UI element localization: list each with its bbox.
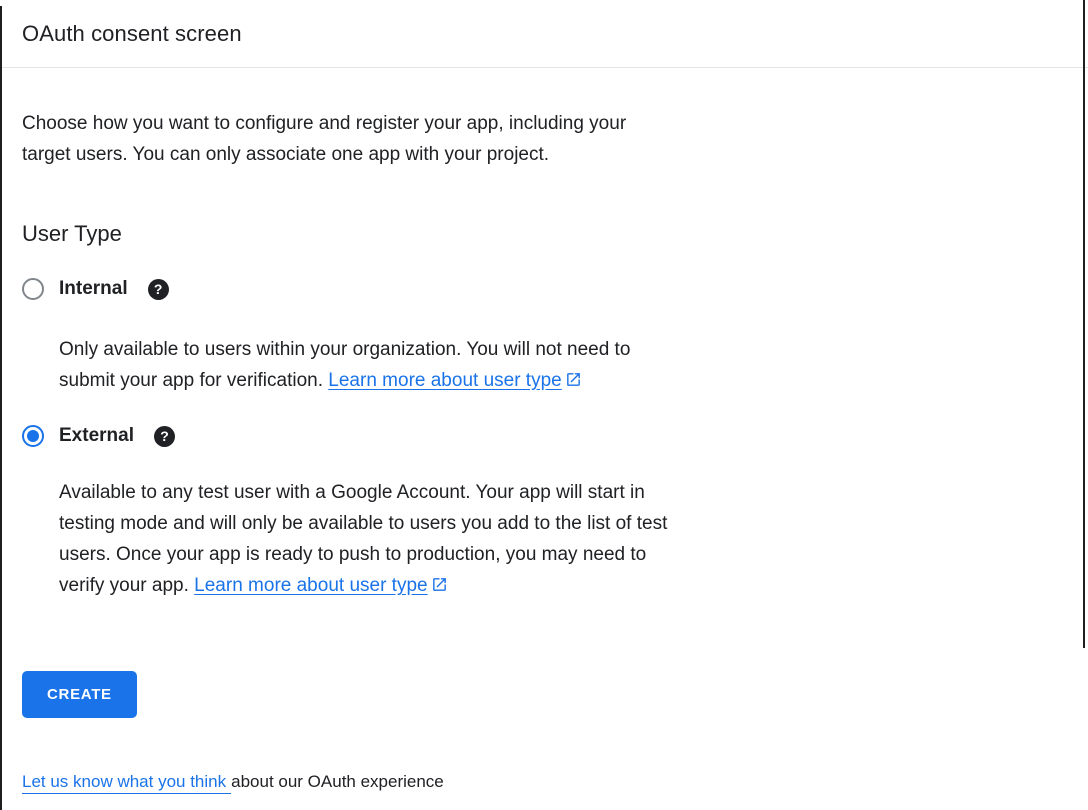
help-icon-glyph: ? [154, 281, 163, 297]
help-icon[interactable]: ? [154, 426, 175, 447]
external-description-line-4: verify your app. Learn more about user t… [59, 570, 1066, 601]
footer: Let us know what you thinkabout our OAut… [22, 772, 1088, 792]
user-type-heading: User Type [22, 221, 1066, 247]
learn-more-link-external[interactable]: Learn more about user type [194, 575, 427, 596]
radio-internal[interactable] [22, 278, 44, 300]
page-title: OAuth consent screen [22, 21, 242, 47]
learn-more-link-internal[interactable]: Learn more about user type [328, 370, 561, 391]
radio-external-label[interactable]: External [59, 425, 134, 447]
external-link-icon [565, 371, 582, 388]
radio-internal-label[interactable]: Internal [59, 278, 128, 300]
intro-line-1: Choose how you want to configure and reg… [22, 108, 1066, 139]
internal-description-line-2: submit your app for verification. Learn … [59, 365, 1066, 396]
footer-text: about our OAuth experience [231, 772, 444, 791]
main-content: Choose how you want to configure and reg… [0, 108, 1088, 601]
window-frame-left [0, 6, 2, 810]
external-link-icon [431, 576, 448, 593]
external-description-line-1: Available to any test user with a Google… [59, 477, 1066, 508]
radio-external[interactable] [22, 425, 44, 447]
intro-line-2: target users. You can only associate one… [22, 139, 1066, 170]
create-button[interactable]: CREATE [22, 671, 137, 718]
window-frame-right [1083, 0, 1085, 648]
help-icon-glyph: ? [160, 428, 169, 444]
internal-description-line-1: Only available to users within your orga… [59, 334, 1066, 365]
page-header: OAuth consent screen [0, 0, 1088, 68]
internal-description-line-2-text: submit your app for verification. [59, 370, 328, 391]
user-type-option-external[interactable]: External ? [22, 421, 1066, 451]
internal-description: Only available to users within your orga… [59, 334, 1066, 396]
intro-paragraph: Choose how you want to configure and reg… [22, 108, 1066, 170]
feedback-link[interactable]: Let us know what you think [22, 772, 231, 794]
external-description-line-4-text: verify your app. [59, 575, 194, 596]
external-description: Available to any test user with a Google… [59, 477, 1066, 601]
help-icon[interactable]: ? [148, 279, 169, 300]
external-description-line-3: users. Once your app is ready to push to… [59, 539, 1066, 570]
user-type-option-internal[interactable]: Internal ? [22, 274, 1066, 304]
external-description-line-2: testing mode and will only be available … [59, 508, 1066, 539]
